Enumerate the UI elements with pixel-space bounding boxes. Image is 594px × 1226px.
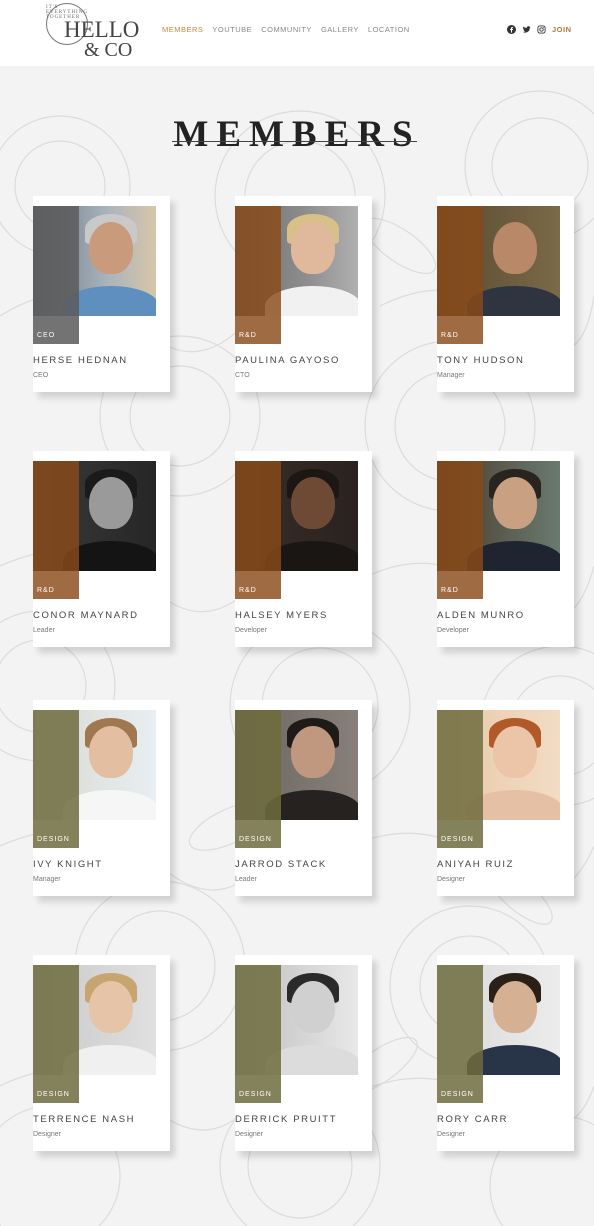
member-role: Designer bbox=[437, 876, 466, 883]
member-role: CEO bbox=[33, 372, 49, 379]
department-badge: R&D bbox=[235, 206, 281, 344]
member-role: Manager bbox=[437, 372, 465, 379]
department-badge: DESIGN bbox=[437, 710, 483, 848]
member-card-halsey-myers[interactable]: R&D HALSEY MYERS Developer bbox=[235, 451, 372, 647]
member-card-aniyah-ruiz[interactable]: DESIGN ANIYAH RUIZ Designer bbox=[437, 700, 574, 896]
member-card-ivy-knight[interactable]: DESIGN IVY KNIGHT Manager bbox=[33, 700, 170, 896]
department-label: DESIGN bbox=[37, 836, 70, 843]
department-badge: DESIGN bbox=[33, 965, 79, 1103]
member-name: DERRICK PRUITT bbox=[235, 1114, 338, 1125]
member-card-rory-carr[interactable]: DESIGN RORY CARR Designer bbox=[437, 955, 574, 1151]
member-card-jarrod-stack[interactable]: DESIGN JARROD STACK Leader bbox=[235, 700, 372, 896]
member-name: ANIYAH RUIZ bbox=[437, 859, 515, 870]
member-role: Designer bbox=[33, 1131, 62, 1138]
member-role: Designer bbox=[235, 1131, 264, 1138]
member-role: Designer bbox=[437, 1131, 466, 1138]
member-role: CTO bbox=[235, 372, 250, 379]
department-label: R&D bbox=[441, 587, 459, 594]
member-name: HALSEY MYERS bbox=[235, 610, 328, 621]
department-label: DESIGN bbox=[239, 836, 272, 843]
department-label: R&D bbox=[441, 332, 459, 339]
department-label: DESIGN bbox=[37, 1091, 70, 1098]
members-grid: CEO HERSE HEDNAN CEO R&D PAULINA GAYOSO … bbox=[0, 0, 594, 1226]
department-badge: CEO bbox=[33, 206, 79, 344]
department-badge: DESIGN bbox=[437, 965, 483, 1103]
department-label: DESIGN bbox=[239, 1091, 272, 1098]
member-role: Leader bbox=[235, 876, 257, 883]
member-card-tony-hudson[interactable]: R&D TONY HUDSON Manager bbox=[437, 196, 574, 392]
department-badge: R&D bbox=[235, 461, 281, 599]
member-name: RORY CARR bbox=[437, 1114, 509, 1125]
department-label: DESIGN bbox=[441, 1091, 474, 1098]
member-name: PAULINA GAYOSO bbox=[235, 355, 340, 366]
member-name: TERRENCE NASH bbox=[33, 1114, 136, 1125]
department-label: R&D bbox=[239, 332, 257, 339]
department-badge: R&D bbox=[437, 461, 483, 599]
member-role: Leader bbox=[33, 627, 55, 634]
department-badge: R&D bbox=[33, 461, 79, 599]
member-card-alden-munro[interactable]: R&D ALDEN MUNRO Developer bbox=[437, 451, 574, 647]
member-card-terrence-nash[interactable]: DESIGN TERRENCE NASH Designer bbox=[33, 955, 170, 1151]
member-name: CONOR MAYNARD bbox=[33, 610, 139, 621]
member-role: Developer bbox=[235, 627, 267, 634]
department-badge: R&D bbox=[437, 206, 483, 344]
department-badge: DESIGN bbox=[235, 965, 281, 1103]
member-role: Developer bbox=[437, 627, 469, 634]
member-card-conor-maynard[interactable]: R&D CONOR MAYNARD Leader bbox=[33, 451, 170, 647]
department-label: CEO bbox=[37, 332, 56, 339]
member-name: ALDEN MUNRO bbox=[437, 610, 525, 621]
member-name: IVY KNIGHT bbox=[33, 859, 103, 870]
member-card-paulina-gayoso[interactable]: R&D PAULINA GAYOSO CTO bbox=[235, 196, 372, 392]
member-name: TONY HUDSON bbox=[437, 355, 525, 366]
department-label: DESIGN bbox=[441, 836, 474, 843]
member-role: Manager bbox=[33, 876, 61, 883]
member-name: JARROD STACK bbox=[235, 859, 327, 870]
member-card-herse-hednan[interactable]: CEO HERSE HEDNAN CEO bbox=[33, 196, 170, 392]
department-label: R&D bbox=[239, 587, 257, 594]
department-badge: DESIGN bbox=[33, 710, 79, 848]
member-card-derrick-pruitt[interactable]: DESIGN DERRICK PRUITT Designer bbox=[235, 955, 372, 1151]
department-badge: DESIGN bbox=[235, 710, 281, 848]
title-underline bbox=[172, 141, 417, 142]
member-name: HERSE HEDNAN bbox=[33, 355, 128, 366]
department-label: R&D bbox=[37, 587, 55, 594]
